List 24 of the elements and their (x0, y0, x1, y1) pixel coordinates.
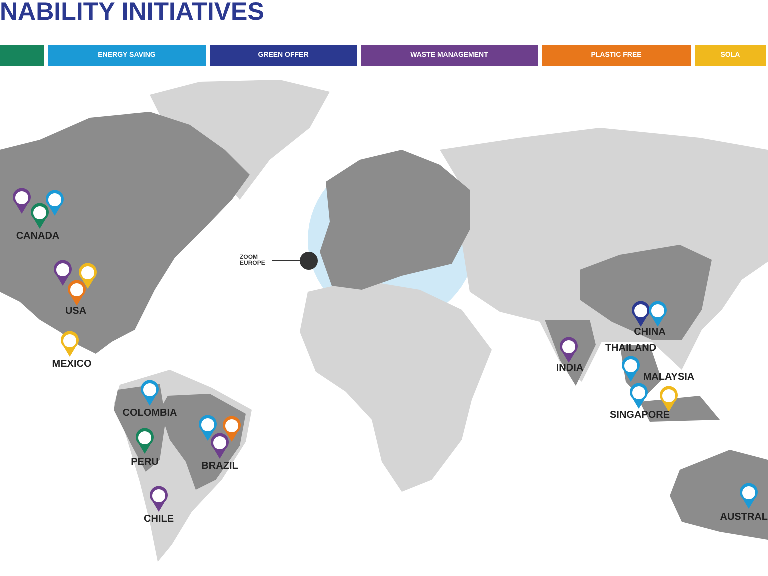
map-pin[interactable] (30, 203, 50, 230)
map-pin[interactable] (210, 433, 230, 460)
map-pin[interactable] (53, 260, 73, 287)
country-label: CANADA (16, 231, 60, 242)
map-pin[interactable] (648, 301, 668, 328)
country-label: AUSTRAL (720, 512, 768, 523)
map-pin[interactable] (45, 190, 65, 217)
leader-line (272, 260, 300, 262)
map-pin[interactable] (659, 386, 679, 413)
map-pin[interactable] (12, 188, 32, 215)
country-label: MEXICO (52, 359, 92, 370)
map-pin[interactable] (149, 486, 169, 513)
map-pin[interactable] (198, 415, 218, 442)
country-label: CHILE (144, 514, 174, 525)
zoom-marker-dot[interactable] (300, 252, 318, 270)
map-pin[interactable] (631, 301, 651, 328)
country-label: SINGAPORE (610, 410, 670, 421)
country-label: USA (65, 306, 87, 317)
country-label: COLOMBIA (122, 408, 178, 419)
country-label: MALAYSIA (643, 372, 695, 383)
map-pin[interactable] (135, 428, 155, 455)
page-title: NABILITY INITIATIVES (0, 0, 264, 24)
map-pin[interactable] (559, 337, 579, 364)
country-label: CHINA (634, 327, 666, 338)
